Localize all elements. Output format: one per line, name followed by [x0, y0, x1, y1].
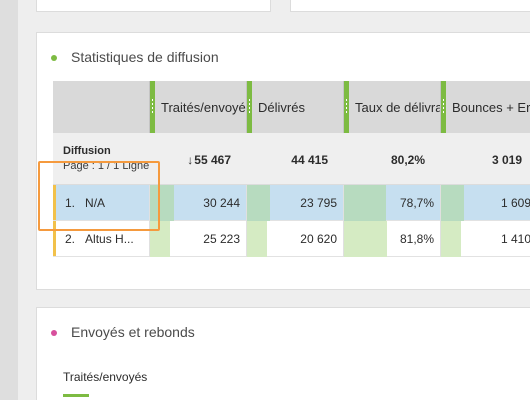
drag-handle-icon[interactable] — [247, 81, 252, 133]
value-bar — [247, 221, 267, 257]
envoyes-dot-icon — [51, 330, 57, 336]
top-panel-right — [290, 0, 530, 12]
cell-bounces: 1 410 — [440, 221, 530, 257]
value-bar — [247, 185, 270, 221]
cell-bounces: 1 609 — [440, 185, 530, 221]
total-processed: ↓55 467 — [187, 153, 231, 167]
drag-handle-icon[interactable] — [150, 81, 155, 133]
cell-delivered: 20 620 — [246, 221, 343, 257]
value-bar — [441, 185, 464, 221]
envoyes-panel: Envoyés et rebonds Traités/envoyés — [36, 307, 530, 400]
column-header-bounces[interactable]: Bounces + Erreurs — [440, 81, 530, 133]
drag-handle-icon[interactable] — [441, 81, 446, 133]
row-label: 2. Altus H... — [65, 232, 134, 246]
total-delivery-rate: 80,2% — [390, 153, 425, 167]
left-rail — [0, 0, 18, 400]
metric-tab-underline — [63, 394, 89, 397]
cell-delivery-rate: 78,7% — [343, 185, 440, 221]
value-bar — [441, 221, 461, 257]
metric-tab-processed[interactable]: Traités/envoyés — [63, 370, 147, 384]
drag-handle-icon[interactable] — [344, 81, 349, 133]
value-bar — [344, 185, 386, 221]
column-header-delivery-rate[interactable]: Taux de délivrabilité — [343, 81, 440, 133]
cell-processed: 25 223 — [149, 221, 246, 257]
table-header-row: Traités/envoyés Délivrés Taux de délivra… — [53, 81, 530, 133]
stats-dot-icon — [51, 55, 57, 61]
cell-delivered: 23 795 — [246, 185, 343, 221]
cell-delivery-rate: 81,8% — [343, 221, 440, 257]
highlight-box — [38, 161, 160, 231]
dimension-label: Diffusion — [63, 145, 111, 157]
stats-panel-title: Statistiques de diffusion — [71, 49, 219, 65]
total-bounces: 3 019 — [491, 153, 522, 167]
column-header-processed[interactable]: Traités/envoyés — [149, 81, 246, 133]
total-delivered: 44 415 — [291, 153, 328, 167]
value-bar — [344, 221, 387, 257]
cell-processed: 30 244 — [149, 185, 246, 221]
top-panel-left — [36, 0, 271, 12]
envoyes-panel-title: Envoyés et rebonds — [71, 324, 195, 340]
sort-descending-icon[interactable]: ↓ — [187, 153, 193, 167]
column-header-delivered[interactable]: Délivrés — [246, 81, 343, 133]
